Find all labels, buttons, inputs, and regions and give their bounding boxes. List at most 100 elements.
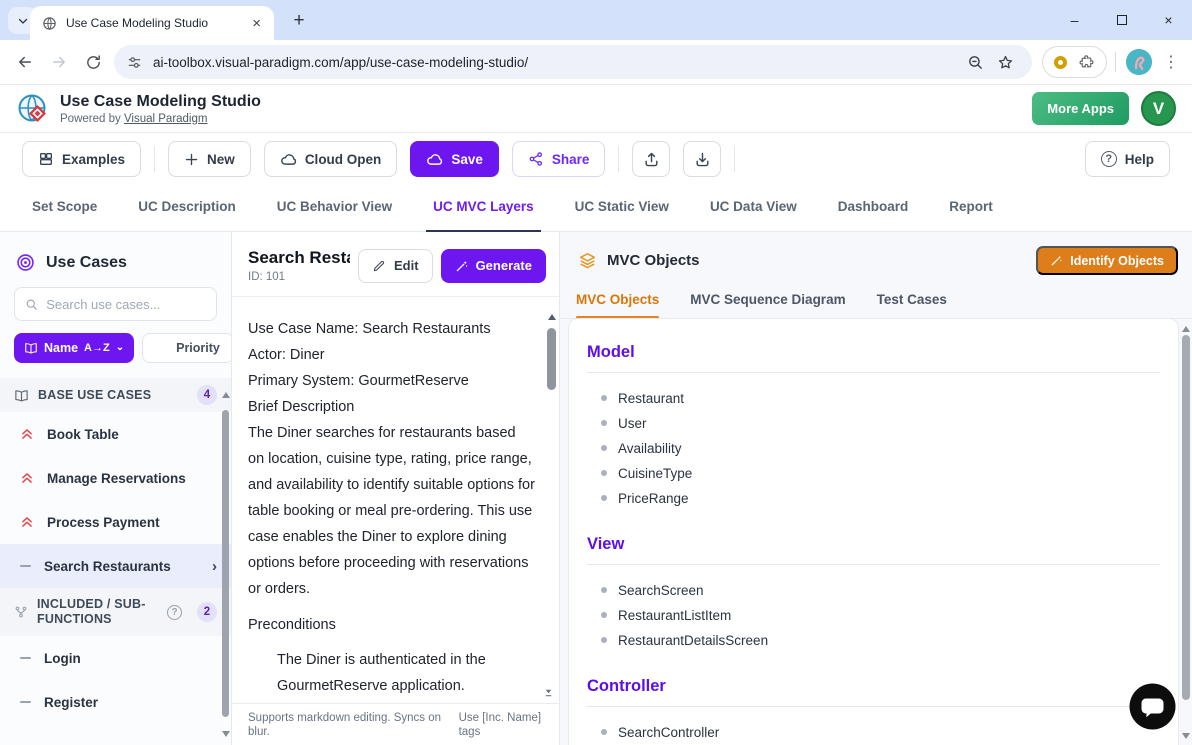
use-case-label: Book Table: [47, 427, 119, 442]
sidebar-scrollbar[interactable]: [222, 384, 230, 743]
mvc-panel-title: MVC Objects: [607, 252, 700, 269]
sort-by-priority-button[interactable]: Priority: [142, 333, 232, 363]
dash-priority-icon: [20, 565, 31, 567]
pencil-icon: [372, 259, 386, 273]
window-maximize-button[interactable]: [1098, 0, 1145, 40]
dash-priority-icon: [20, 657, 31, 659]
visual-paradigm-link[interactable]: Visual Paradigm: [124, 113, 208, 125]
edit-button[interactable]: Edit: [358, 249, 433, 283]
zoom-out-icon: [967, 54, 984, 71]
user-avatar[interactable]: V: [1141, 91, 1176, 126]
generate-button[interactable]: Generate: [441, 249, 546, 283]
list-item: SearchScreen: [601, 578, 1160, 603]
scroll-to-bottom-button[interactable]: [543, 687, 554, 698]
zoom-button[interactable]: [960, 47, 990, 77]
new-tab-button[interactable]: +: [286, 8, 312, 34]
tab-uc-data-view[interactable]: UC Data View: [710, 199, 797, 231]
editor-footer-hints: Supports markdown editing. Syncs on blur…: [232, 703, 559, 745]
upload-icon: [643, 151, 660, 168]
browser-tab[interactable]: Use Case Modeling Studio ×: [30, 6, 274, 40]
use-case-item-register[interactable]: Register: [0, 680, 231, 724]
share-button[interactable]: Share: [512, 141, 606, 177]
cloud-save-icon: [426, 151, 443, 168]
use-case-description-editor[interactable]: Use Case Name: Search Restaurants Actor:…: [232, 311, 543, 703]
list-item: Restaurant: [601, 386, 1160, 411]
detail-header: Search Resta ID: 101 Edit Generate: [232, 232, 559, 297]
inc-tag-hint: Use [Inc. Name] tags: [459, 711, 549, 745]
save-button[interactable]: Save: [410, 141, 499, 177]
search-input[interactable]: [46, 297, 206, 312]
use-case-item-process-payment[interactable]: Process Payment: [0, 500, 231, 544]
edit-label: Edit: [394, 258, 419, 273]
mvc-scrollbar[interactable]: [1182, 318, 1191, 745]
back-button[interactable]: [8, 45, 42, 79]
url-bar[interactable]: ai-toolbox.visual-paradigm.com/app/use-c…: [114, 45, 1032, 79]
tab-test-cases[interactable]: Test Cases: [877, 285, 947, 318]
tab-mvc-objects[interactable]: MVC Objects: [576, 285, 659, 318]
high-priority-icon: [20, 515, 34, 529]
description-line: Actor: Diner: [248, 342, 535, 368]
use-case-item-search-restaurants[interactable]: Search Restaurants ›: [0, 544, 231, 588]
tab-close-icon[interactable]: ×: [249, 15, 264, 32]
browser-menu-button[interactable]: ⋮: [1158, 52, 1184, 72]
scroll-up-icon[interactable]: [548, 314, 556, 320]
chat-bubble-icon: [1129, 683, 1176, 730]
actions-toolbar: Examples New Cloud Open Save Share ? Hel…: [0, 133, 1192, 185]
chat-widget-button[interactable]: [1129, 683, 1176, 730]
description-scrollbar[interactable]: [544, 311, 559, 703]
view-object-list: SearchScreen RestaurantListItem Restaura…: [587, 578, 1160, 653]
base-use-cases-header[interactable]: BASE USE CASES 4: [0, 378, 231, 412]
list-item: RestaurantDetailsScreen: [601, 628, 1160, 653]
browser-titlebar: Use Case Modeling Studio × + – ×: [0, 0, 1192, 40]
extensions-area[interactable]: [1042, 46, 1107, 78]
scrollbar-thumb[interactable]: [1182, 335, 1190, 700]
use-case-item-manage-reservations[interactable]: Manage Reservations: [0, 456, 231, 500]
scrollbar-thumb[interactable]: [222, 410, 229, 717]
included-subfunctions-header[interactable]: INCLUDED / SUB-FUNCTIONS ? 2: [0, 588, 231, 636]
tab-uc-mvc-layers[interactable]: UC MVC Layers: [433, 199, 534, 231]
window-close-button[interactable]: ×: [1145, 0, 1192, 40]
high-priority-icon: [20, 427, 34, 441]
bookmark-button[interactable]: [990, 47, 1020, 77]
tab-uc-behavior-view[interactable]: UC Behavior View: [277, 199, 392, 231]
tab-mvc-sequence-diagram[interactable]: MVC Sequence Diagram: [690, 285, 845, 318]
new-button[interactable]: New: [168, 141, 251, 177]
new-label: New: [207, 152, 235, 167]
forward-button[interactable]: [42, 45, 76, 79]
reload-button[interactable]: [76, 45, 110, 79]
scroll-up-icon[interactable]: [1182, 326, 1190, 332]
tab-uc-description[interactable]: UC Description: [138, 199, 236, 231]
scrollbar-thumb[interactable]: [547, 328, 556, 390]
cloud-open-button[interactable]: Cloud Open: [264, 141, 398, 177]
tab-report[interactable]: Report: [949, 199, 993, 231]
search-box[interactable]: [14, 287, 217, 321]
scroll-down-icon[interactable]: [222, 731, 230, 737]
export-button[interactable]: [632, 141, 670, 177]
book-icon: [14, 388, 29, 403]
identify-objects-button[interactable]: Identify Objects: [1036, 246, 1178, 275]
tab-uc-static-view[interactable]: UC Static View: [575, 199, 669, 231]
toolbar-divider: [154, 146, 155, 172]
examples-button[interactable]: Examples: [22, 141, 141, 177]
globe-icon: [42, 16, 57, 31]
visual-paradigm-logo: [16, 92, 50, 126]
sort-by-name-button[interactable]: Name A→Z ⌄: [14, 333, 134, 363]
star-icon: [997, 54, 1014, 71]
help-button[interactable]: ? Help: [1085, 141, 1170, 177]
tab-set-scope[interactable]: Set Scope: [32, 199, 97, 231]
scroll-down-icon[interactable]: [1182, 733, 1190, 739]
more-apps-button[interactable]: More Apps: [1032, 92, 1129, 125]
use-case-item-book-table[interactable]: Book Table: [0, 412, 231, 456]
download-button[interactable]: [683, 141, 721, 177]
extension-badge-icon[interactable]: [1054, 56, 1067, 69]
browser-profile-avatar[interactable]: [1126, 49, 1152, 75]
forward-arrow-icon: [50, 53, 68, 71]
window-minimize-button[interactable]: –: [1051, 0, 1098, 40]
help-label: Help: [1125, 152, 1154, 167]
scroll-up-icon[interactable]: [222, 392, 230, 398]
list-item: Availability: [601, 436, 1160, 461]
puzzle-icon[interactable]: [1078, 54, 1095, 71]
use-case-item-login[interactable]: Login: [0, 636, 231, 680]
question-circle-icon[interactable]: ?: [167, 605, 182, 620]
tab-dashboard[interactable]: Dashboard: [838, 199, 909, 231]
